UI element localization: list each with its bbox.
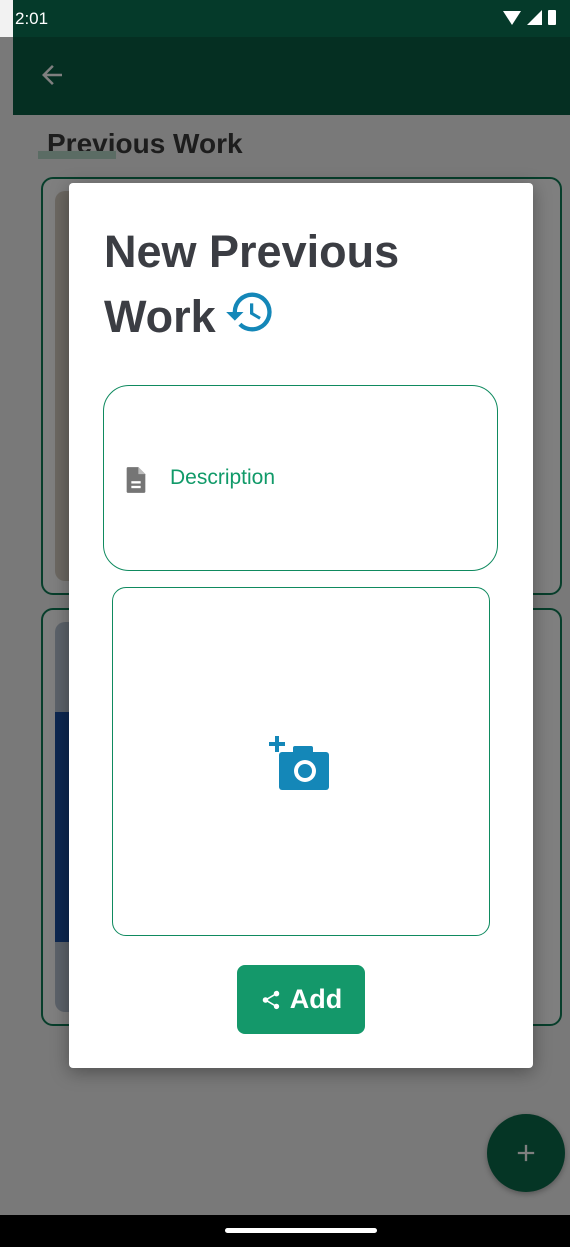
new-previous-work-dialog: New Previous Work Description Add xyxy=(69,183,533,1068)
add-photo-camera-icon[interactable] xyxy=(269,736,333,794)
status-icons xyxy=(503,10,556,25)
status-bar: 2:01 xyxy=(13,0,570,37)
battery-icon xyxy=(548,10,556,25)
document-icon xyxy=(126,467,146,493)
history-icon xyxy=(225,292,272,332)
wifi-icon xyxy=(503,10,521,25)
add-button[interactable]: Add xyxy=(237,965,365,1034)
description-field[interactable]: Description xyxy=(103,385,498,571)
navigation-bar xyxy=(0,1215,570,1247)
signal-icon xyxy=(527,10,542,25)
add-button-label: Add xyxy=(289,984,343,1014)
home-handle[interactable] xyxy=(225,1228,377,1233)
share-icon xyxy=(262,990,280,1009)
description-placeholder: Description xyxy=(170,466,276,489)
dialog-title: New Previous Work xyxy=(104,219,484,349)
status-time: 2:01 xyxy=(15,9,49,28)
screen: 2:01 Previous Work New Previous Work xyxy=(0,0,570,1247)
photo-picker[interactable] xyxy=(112,587,490,936)
